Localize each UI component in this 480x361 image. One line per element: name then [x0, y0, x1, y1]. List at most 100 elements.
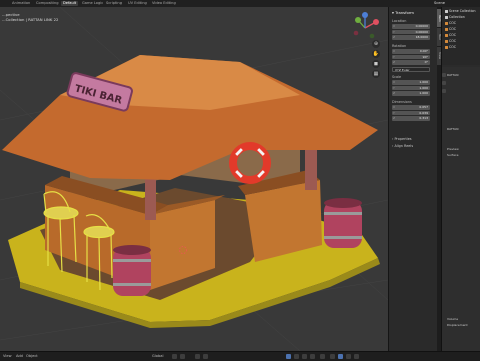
outliner-item[interactable]: COC: [445, 21, 456, 25]
modifier-tab-icon[interactable]: [442, 89, 446, 93]
properties-subpanel-label: Properties: [394, 137, 412, 141]
wireframe-shading-icon[interactable]: [330, 354, 335, 359]
dimensions-y-field[interactable]: Y 0.039: [392, 110, 430, 115]
outliner-item[interactable]: Scene Collection: [445, 9, 476, 13]
mesh-icon: [445, 45, 448, 49]
grid-projection-icon[interactable]: ▦: [372, 70, 380, 78]
material-name[interactable]: RATTAN: [447, 73, 458, 77]
collection-icon: [445, 9, 448, 13]
camera-icon[interactable]: ◼: [372, 60, 380, 68]
outliner-item[interactable]: COC: [445, 39, 456, 43]
transform-header[interactable]: ▾ Transform: [392, 10, 414, 15]
scale-label: Scale: [392, 75, 402, 79]
solid-shading-icon[interactable]: [338, 354, 343, 359]
outliner-item[interactable]: COC: [445, 45, 456, 49]
outliner[interactable]: Scene Collection Collection COC COC COC …: [442, 7, 480, 65]
tab-scripting[interactable]: Scripting: [104, 1, 124, 6]
tab-compositing[interactable]: Compositing: [34, 1, 61, 6]
axis-label: Z: [393, 116, 396, 120]
gizmo-toggle-icon[interactable]: [302, 354, 307, 359]
field-value: 0°: [424, 60, 428, 64]
tab-default[interactable]: Default: [61, 1, 79, 6]
tab-video-editing[interactable]: Video Editing: [150, 1, 178, 6]
outliner-label: COC: [449, 39, 456, 43]
mesh-icon: [445, 27, 448, 31]
tab-uv-editing[interactable]: UV Editing: [126, 1, 149, 6]
surface-panel[interactable]: Surface: [447, 153, 458, 157]
properties-subpanel[interactable]: › Properties: [392, 137, 412, 141]
rotation-mode-select[interactable]: XYZ Euler: [392, 67, 430, 72]
zoom-icon[interactable]: ⊕: [372, 40, 380, 48]
pivot-icon[interactable]: [172, 354, 177, 359]
axis-label: Z: [393, 91, 396, 95]
outliner-label: Scene Collection: [449, 9, 476, 13]
axis-label: Z: [393, 60, 396, 64]
axis-label: X: [393, 24, 396, 28]
outliner-item[interactable]: COC: [445, 33, 456, 37]
axis-label: X: [393, 80, 396, 84]
material-shading-icon[interactable]: [346, 354, 351, 359]
mesh-icon: [445, 39, 448, 43]
axis-label: Y: [393, 54, 395, 59]
sidebar-n-panel: ▾ Transform Location X 0.00000 Y 0.00000 Z…: [388, 7, 442, 351]
dimensions-label: Dimensions: [392, 100, 412, 104]
pan-hand-icon[interactable]: ✋: [372, 50, 380, 58]
rendered-shading-icon[interactable]: [354, 354, 359, 359]
snap-icon[interactable]: [180, 354, 185, 359]
displacement-panel[interactable]: Displacement: [447, 323, 468, 327]
field-value: 1.000: [419, 80, 428, 84]
object-tab-icon[interactable]: [442, 81, 446, 85]
field-value: 90°: [422, 54, 428, 59]
outliner-label: COC: [449, 33, 456, 37]
tab-game-logic[interactable]: Game Logic: [80, 1, 105, 6]
mesh-icon: [445, 33, 448, 37]
collection-icon: [445, 15, 448, 19]
xray-icon[interactable]: [320, 354, 325, 359]
barrel-right: [324, 198, 362, 248]
scale-x-field[interactable]: X 1.000: [392, 80, 430, 85]
dimensions-z-field[interactable]: Z 0.313: [392, 116, 430, 121]
tab-animation[interactable]: Animation: [10, 1, 32, 6]
view-menu[interactable]: View: [3, 354, 12, 358]
workspace-header: Animation Compositing Default Game Logic…: [0, 0, 480, 7]
falloff-icon[interactable]: [203, 354, 208, 359]
rotation-y-field[interactable]: Y 90°: [392, 54, 430, 59]
field-value: 0.039: [419, 110, 428, 115]
material-tab-icon[interactable]: [442, 73, 446, 77]
outliner-label: COC: [449, 27, 456, 31]
location-z-field[interactable]: Z 18.0000: [392, 35, 430, 40]
select-mode-icon[interactable]: [286, 354, 291, 359]
field-value: 0.057: [419, 105, 428, 109]
proportional-edit-icon[interactable]: [195, 354, 200, 359]
volume-panel[interactable]: Volume: [447, 317, 458, 321]
axis-label: Y: [393, 85, 395, 90]
axis-label: Y: [393, 29, 395, 34]
outliner-item[interactable]: Collection: [445, 15, 465, 19]
preview-panel[interactable]: Preview: [447, 147, 459, 151]
scene-selector[interactable]: Scene: [434, 1, 445, 5]
field-value: 1.000: [419, 91, 428, 95]
rotation-z-field[interactable]: Z 0°: [392, 60, 430, 65]
location-y-field[interactable]: Y 0.00000: [392, 29, 430, 34]
location-x-field[interactable]: X 0.00000: [392, 24, 430, 29]
transform-orientation-select[interactable]: Global: [152, 354, 163, 358]
outliner-item[interactable]: COC: [445, 27, 456, 31]
material-slot[interactable]: RATTAN: [447, 127, 458, 131]
3d-viewport[interactable]: TIKI BAR ...pective ...Collection | RATT…: [0, 7, 388, 351]
object-menu[interactable]: Object: [26, 354, 38, 358]
transform-header-label: Transform: [395, 10, 415, 15]
field-value: 0.313: [419, 116, 428, 120]
properties-editor[interactable]: RATTAN RATTAN Preview Surface Volume Dis…: [442, 67, 480, 351]
dimensions-x-field[interactable]: X 0.057: [392, 105, 430, 110]
barrel-left: [113, 245, 151, 296]
align-subpanel[interactable]: › Align Reels: [392, 144, 413, 148]
field-value: 0.00°: [419, 49, 428, 53]
rotation-label: Rotation: [392, 44, 407, 48]
scale-z-field[interactable]: Z 1.000: [392, 91, 430, 96]
overlay-icon[interactable]: [310, 354, 315, 359]
mesh-icon: [445, 21, 448, 25]
visibility-icon[interactable]: [294, 354, 299, 359]
rotation-x-field[interactable]: X 0.00°: [392, 49, 430, 54]
add-menu[interactable]: Add: [16, 354, 23, 358]
scale-y-field[interactable]: Y 1.000: [392, 85, 430, 90]
